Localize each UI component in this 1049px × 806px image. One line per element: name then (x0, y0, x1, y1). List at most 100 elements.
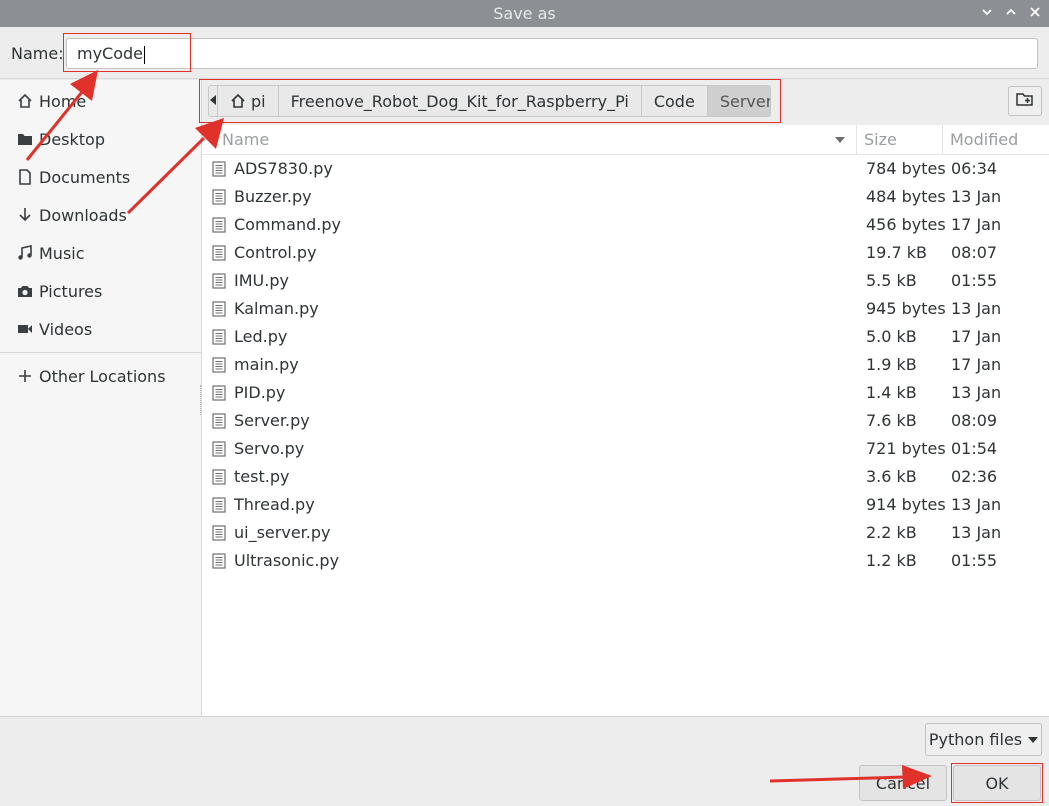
file-modified: 01:55 (951, 271, 998, 290)
sidebar-item-label: Music (39, 243, 85, 263)
text-file-icon (212, 385, 226, 401)
maximize-icon[interactable] (998, 0, 1024, 27)
table-row[interactable]: Command.py 456 bytes 17 Jan (202, 211, 1049, 239)
file-name: Control.py (234, 243, 317, 262)
column-header-label: Modified (950, 130, 1019, 149)
file-name: Ultrasonic.py (234, 551, 340, 570)
column-header-label: Name (222, 130, 270, 149)
minimize-icon[interactable] (974, 0, 1000, 27)
column-header-name[interactable]: Name (202, 125, 857, 155)
new-folder-icon (1016, 91, 1034, 111)
file-modified: 17 Jan (951, 327, 1002, 346)
column-header-label: Size (864, 130, 897, 149)
text-file-icon (212, 245, 226, 261)
table-row[interactable]: ui_server.py 2.2 kB 13 Jan (202, 519, 1049, 547)
file-size: 784 bytes (866, 159, 946, 178)
text-file-icon (212, 273, 226, 289)
sidebar-item-music[interactable]: Music (0, 235, 201, 271)
table-row[interactable]: PID.py 1.4 kB 13 Jan (202, 379, 1049, 407)
sidebar-item-documents[interactable]: Documents (0, 159, 201, 195)
file-modified: 02:36 (951, 467, 998, 486)
text-file-icon (212, 553, 226, 569)
file-modified: 01:55 (951, 551, 998, 570)
table-row[interactable]: test.py 3.6 kB 02:36 (202, 463, 1049, 491)
table-row[interactable]: IMU.py 5.5 kB 01:55 (202, 267, 1049, 295)
text-file-icon (212, 441, 226, 457)
sidebar-item-label: Pictures (39, 281, 103, 301)
text-file-icon (212, 161, 226, 177)
file-modified: 06:34 (951, 159, 998, 178)
file-size: 19.7 kB (866, 243, 927, 262)
file-rows: ADS7830.py 784 bytes 06:34 Buzzer.py 484 byt… (202, 155, 1049, 575)
file-name: ui_server.py (234, 523, 331, 542)
file-type-filter[interactable]: Python files (925, 723, 1042, 756)
sidebar-separator (0, 352, 201, 353)
text-file-icon (212, 497, 226, 513)
table-row[interactable]: Servo.py 721 bytes 01:54 (202, 435, 1049, 463)
sidebar-item-pictures[interactable]: Pictures (0, 273, 201, 309)
file-size: 1.9 kB (866, 355, 917, 374)
name-label: Name: (11, 44, 64, 63)
file-modified: 13 Jan (951, 523, 1002, 542)
text-file-icon (212, 329, 226, 345)
table-row[interactable]: Control.py 19.7 kB 08:07 (202, 239, 1049, 267)
file-list: Name Size Modified ADS7830.py 784 bytes 06… (202, 125, 1049, 716)
sidebar-item-label: Documents (39, 167, 131, 187)
table-row[interactable]: ADS7830.py 784 bytes 06:34 (202, 155, 1049, 183)
file-modified: 08:07 (951, 243, 998, 262)
table-row[interactable]: Kalman.py 945 bytes 13 Jan (202, 295, 1049, 323)
file-modified: 17 Jan (951, 215, 1002, 234)
table-row[interactable]: main.py 1.9 kB 17 Jan (202, 351, 1049, 379)
file-size: 1.2 kB (866, 551, 917, 570)
cancel-button[interactable]: Cancel (859, 765, 947, 801)
file-size: 945 bytes (866, 299, 946, 318)
download-icon (14, 207, 36, 223)
text-file-icon (212, 189, 226, 205)
music-icon (14, 245, 36, 261)
annotation-box-path (199, 79, 781, 123)
file-modified: 13 Jan (951, 299, 1002, 318)
new-folder-button[interactable] (1008, 86, 1042, 116)
file-size: 914 bytes (866, 495, 946, 514)
sidebar-item-other-locations[interactable]: Other Locations (0, 358, 201, 394)
places-sidebar: Home Desktop Documents Downloads Music P… (0, 80, 202, 716)
table-row[interactable]: Led.py 5.0 kB 17 Jan (202, 323, 1049, 351)
file-modified: 01:54 (951, 439, 998, 458)
table-row[interactable]: Buzzer.py 484 bytes 13 Jan (202, 183, 1049, 211)
home-icon (14, 93, 36, 109)
sidebar-item-desktop[interactable]: Desktop (0, 121, 201, 157)
file-size: 456 bytes (866, 215, 946, 234)
folder-icon (14, 132, 36, 146)
plus-icon (14, 369, 36, 383)
sidebar-item-home[interactable]: Home (0, 83, 201, 119)
file-size: 1.4 kB (866, 383, 917, 402)
file-name: ADS7830.py (234, 159, 333, 178)
file-name: Server.py (234, 411, 310, 430)
file-modified: 08:09 (951, 411, 998, 430)
column-header-modified[interactable]: Modified (943, 125, 1049, 155)
close-icon[interactable] (1022, 0, 1048, 27)
file-size: 2.2 kB (866, 523, 917, 542)
sidebar-item-videos[interactable]: Videos (0, 311, 201, 347)
window-title: Save as (493, 4, 556, 23)
column-header-size[interactable]: Size (857, 125, 943, 155)
file-name: Led.py (234, 327, 288, 346)
file-name: main.py (234, 355, 299, 374)
dialog-footer: Python files Cancel OK (0, 716, 1049, 806)
file-name: Kalman.py (234, 299, 319, 318)
camera-icon (14, 284, 36, 298)
table-row[interactable]: Thread.py 914 bytes 13 Jan (202, 491, 1049, 519)
cancel-button-label: Cancel (875, 773, 931, 793)
table-row[interactable]: Server.py 7.6 kB 08:09 (202, 407, 1049, 435)
file-name: PID.py (234, 383, 286, 402)
file-name: Command.py (234, 215, 341, 234)
file-size: 5.0 kB (866, 327, 917, 346)
sidebar-item-downloads[interactable]: Downloads (0, 197, 201, 233)
table-row[interactable]: Ultrasonic.py 1.2 kB 01:55 (202, 547, 1049, 575)
filename-input[interactable]: myCode (66, 38, 1038, 69)
sidebar-item-label: Other Locations (39, 366, 166, 386)
file-name: Servo.py (234, 439, 305, 458)
filter-label: Python files (928, 730, 1023, 749)
file-modified: 13 Jan (951, 383, 1002, 402)
sort-descending-icon (835, 137, 845, 143)
